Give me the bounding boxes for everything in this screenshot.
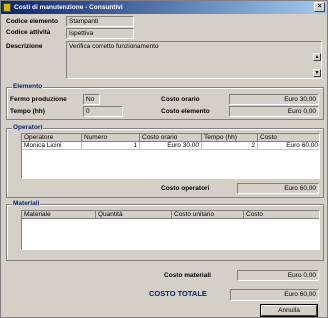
title-bar[interactable]: Costi di manutenzione - Consuntivi × (1, 1, 327, 14)
costo-orario-label: Costo orario (161, 96, 200, 103)
col-costo-orario[interactable]: Costo orario (140, 134, 202, 142)
costo-operatori-field[interactable]: Euro 60,00 (237, 183, 319, 194)
tempo-field[interactable]: 0 (83, 106, 123, 117)
cell-tempo: 2 (202, 142, 258, 150)
codice-elemento-field[interactable]: Stampanti (66, 16, 134, 27)
col-costo[interactable]: Costo (258, 134, 319, 142)
descrizione-scrollbar[interactable]: ▲ ▼ (313, 53, 321, 79)
costo-totale-field[interactable]: Euro 60,00 (230, 289, 319, 301)
codice-elemento-label: Codice elemento (6, 18, 59, 25)
operatori-legend: Operatori (12, 124, 44, 132)
col-costo-unitario[interactable]: Costo unitario (172, 211, 244, 219)
materiali-header: Materiale Quantità Costo unitario Costo (22, 211, 319, 219)
cell-costo-orario: Euro 30,00 (140, 142, 202, 150)
codice-attivita-field[interactable]: Ispettiva (66, 28, 134, 39)
fermo-produzione-label: Fermo produzione (10, 96, 67, 103)
col-quantita[interactable]: Quantità (96, 211, 172, 219)
costo-totale-label: COSTO TOTALE (149, 289, 207, 298)
tempo-label: Tempo (hh) (10, 108, 45, 115)
materiali-table[interactable]: Materiale Quantità Costo unitario Costo (21, 210, 320, 250)
col-materiale[interactable]: Materiale (22, 211, 96, 219)
close-icon[interactable]: × (314, 2, 325, 12)
annulla-button[interactable]: Annulla (261, 305, 317, 316)
costo-orario-field[interactable]: Euro 30,00 (229, 94, 319, 105)
operatori-header: Operatore Numero Costo orario Tempo (hh)… (22, 134, 319, 142)
descrizione-field[interactable]: Verifica corretto funzionamento (66, 41, 322, 79)
cell-operatore: Monica Licini (22, 142, 82, 150)
fermo-produzione-field[interactable]: No (83, 94, 100, 105)
col-numero[interactable]: Numero (82, 134, 140, 142)
scroll-up-icon[interactable]: ▲ (313, 53, 321, 61)
costo-materiali-field[interactable]: Euro 0,00 (237, 270, 319, 281)
costo-elemento-label: Costo elemento (161, 108, 210, 115)
cell-costo: Euro 60,00 (258, 142, 319, 150)
codice-attivita-label: Codice attività (6, 29, 51, 36)
col-costo-materiale[interactable]: Costo (244, 211, 319, 219)
col-operatore[interactable]: Operatore (22, 134, 82, 142)
dialog-window: Costi di manutenzione - Consuntivi × Cod… (0, 0, 328, 318)
cell-numero: 1 (82, 142, 140, 150)
scroll-down-icon[interactable]: ▼ (313, 69, 321, 77)
operatori-table[interactable]: Operatore Numero Costo orario Tempo (hh)… (21, 133, 320, 179)
descrizione-text: Verifica corretto funzionamento (69, 43, 159, 50)
window-title: Costi di manutenzione - Consuntivi (14, 4, 123, 11)
app-icon (3, 3, 11, 12)
costo-elemento-field[interactable]: Euro 0,00 (229, 106, 319, 117)
elemento-legend: Elemento (12, 83, 44, 91)
costo-operatori-label: Costo operatori (161, 185, 210, 192)
col-tempo[interactable]: Tempo (hh) (202, 134, 258, 142)
materiali-legend: Materiali (12, 200, 41, 208)
descrizione-label: Descrizione (6, 43, 43, 50)
costo-materiali-label: Costo materiali (164, 272, 211, 279)
